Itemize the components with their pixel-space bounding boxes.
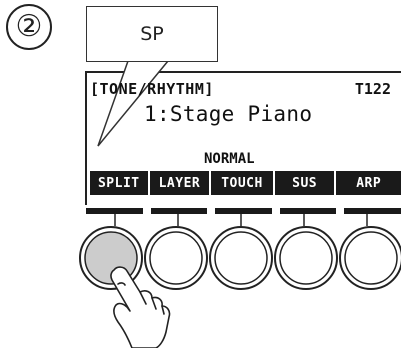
button-stems xyxy=(114,214,368,226)
instruction-illustration: ② SP [TONE/RHYTHM] T122 1:Stage Piano NO… xyxy=(0,0,401,348)
softkey-button-sus[interactable] xyxy=(274,226,338,290)
softkey-button-arp[interactable] xyxy=(339,226,401,290)
softkey-button-layer[interactable] xyxy=(144,226,208,290)
callout-box: SP xyxy=(86,6,218,62)
callout-text: SP xyxy=(140,23,164,45)
softkey-button-touch[interactable] xyxy=(209,226,273,290)
